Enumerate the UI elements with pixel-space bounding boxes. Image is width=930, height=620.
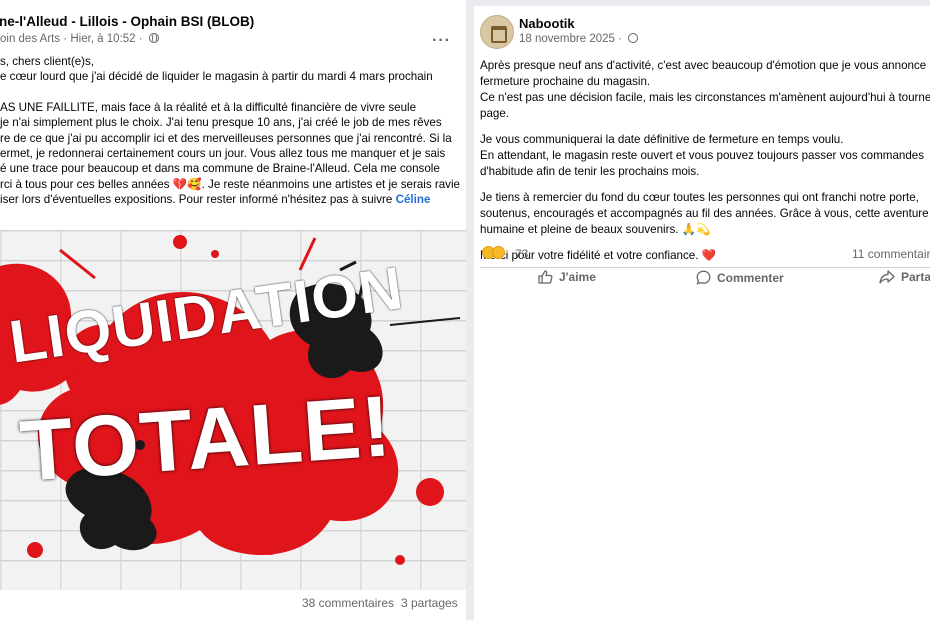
comment-button[interactable]: Commenter [696,270,784,288]
comments-count-link[interactable]: 11 commentaires [852,247,930,261]
group-title[interactable]: ne-l'Alleud - Lillois - Ophain BSI (BLOB… [0,14,254,29]
meta-dot: · [618,33,622,45]
post-meta: oin des Arts · Hier, à 10:52 · [0,33,159,45]
comment-label: Commenter [717,271,784,285]
like-button[interactable]: J'aime [538,270,596,288]
share-button[interactable]: Partager [879,270,930,288]
post-line: Ce n'est pas une décision facile, mais l… [480,91,930,104]
post-line: iser lors d'éventuelles expositions. Pou… [0,192,462,207]
comments-count-link[interactable]: 38 commentaires [302,596,394,610]
shares-count-link[interactable]: 3 partages [401,596,458,610]
share-label: Partager [901,270,930,284]
post-line: page. [480,107,510,120]
post-line: En attendant, le magasin reste ouvert et… [480,149,925,162]
post-line-text: iser lors d'éventuelles expositions. Pou… [0,193,396,207]
right-post-text: Après presque neuf ans d'activité, c'est… [480,58,930,264]
thumbs-up-icon [538,270,553,284]
post-line: je n'ai simplement plus le choix. J'ai t… [0,116,442,130]
more-options-button[interactable]: ··· [432,32,451,50]
left-post-text: s, chers client(e)s, e cœur lourd que j'… [0,54,462,208]
post-line: soutenus, encouragés et accompagnés au f… [480,207,929,220]
post-line: s, chers client(e)s, [0,55,95,68]
reaction-emoji-icons[interactable] [482,246,505,262]
meta-dot: · [138,33,143,45]
post-actions: J'aime Commenter Partager [474,270,930,294]
post-line: re de ce que j'ai pu accomplir ici et de… [0,131,452,145]
liquidation-poster-image[interactable]: LIQUIDATION TOTALE! [0,230,466,590]
like-label: J'aime [559,270,596,284]
page-avatar[interactable] [480,15,514,49]
meta-separator: · [63,33,68,45]
post-line: é une trace pour beaucoup et dans ma com… [0,162,440,176]
truncated-content-edge [480,299,930,305]
globe-icon [628,33,639,43]
actions-divider [480,267,930,268]
post-line: humaine et pleine de beaux souvenirs. 🙏💫 [480,223,711,236]
feed-screenshot: ne-l'Alleud - Lillois - Ophain BSI (BLOB… [0,0,930,620]
post-line: e cœur lourd que j'ai décidé de liquider… [0,70,433,84]
post-line: Je vous communiquerai la date définitive… [480,133,844,146]
left-post-footer: 38 commentaires 3 partages [0,596,466,614]
post-time[interactable]: Hier, à 10:52 [70,33,135,45]
right-post: Nabootik 18 novembre 2025 · Après presqu… [474,6,930,620]
post-date[interactable]: 18 novembre 2025 [519,33,615,45]
post-line: fermeture prochaine du magasin. [480,75,651,88]
page-name[interactable]: Nabootik [519,16,575,31]
care-reaction-icon [492,246,505,259]
author-name[interactable]: oin des Arts [0,33,60,45]
left-post-header: ne-l'Alleud - Lillois - Ophain BSI (BLOB… [0,14,466,50]
post-line: Après presque neuf ans d'activité, c'est… [480,59,927,72]
post-line: Je tiens à remercier du fond du cœur tou… [480,191,919,204]
globe-icon [148,33,159,43]
post-meta: 18 novembre 2025 · [519,33,639,45]
comment-bubble-icon [696,270,711,285]
post-line: AS UNE FAILLITE, mais face à la réalité … [0,100,417,114]
post-line: ermet, je redonnerai certainement cours … [0,147,446,161]
reactions-count[interactable]: 73 [515,247,528,261]
left-post: ne-l'Alleud - Lillois - Ophain BSI (BLOB… [0,0,466,620]
post-line: d'habitude afin de tenir les prochains m… [480,165,700,178]
reactions-bar: 73 11 commentaires [482,246,930,262]
share-arrow-icon [879,270,895,284]
post-line: rci à tous pour ces belles années 💔🥰. Je… [0,177,460,191]
mention-link[interactable]: Céline [396,193,431,206]
